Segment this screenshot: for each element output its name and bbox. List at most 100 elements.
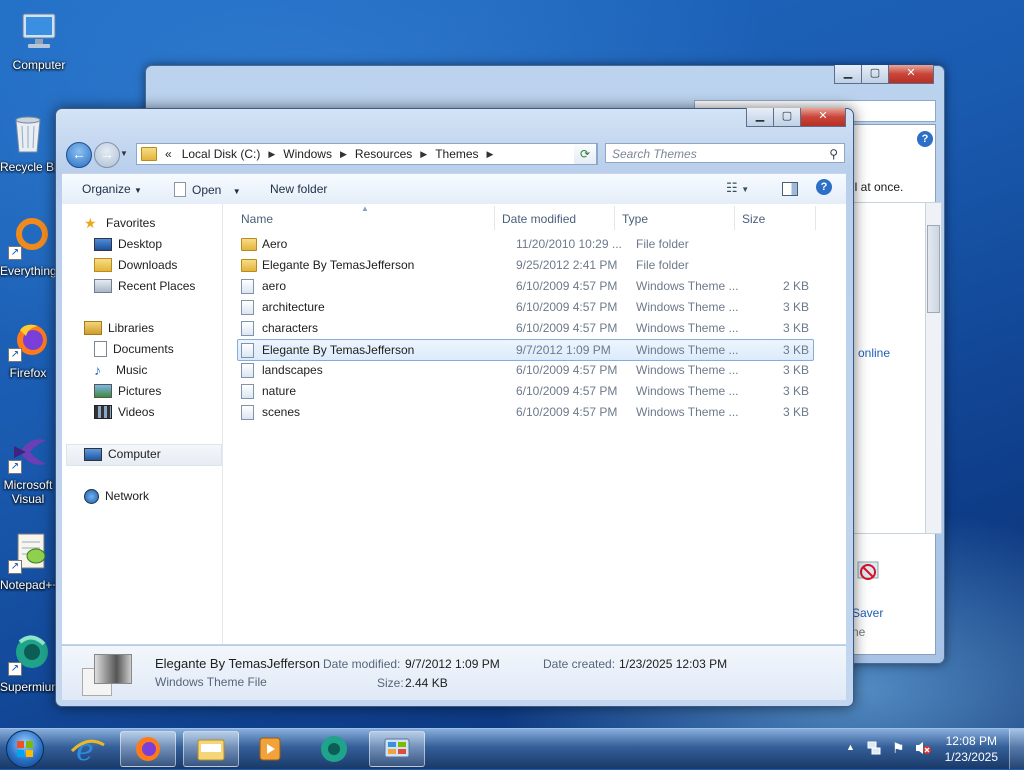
nav-computer[interactable]: Computer — [84, 445, 161, 463]
nav-documents[interactable]: Documents — [94, 340, 174, 358]
nav-desktop[interactable]: Desktop — [94, 235, 162, 253]
nav-pictures[interactable]: Pictures — [94, 382, 161, 400]
breadcrumb-windows[interactable]: Windows — [279, 147, 336, 161]
nav-favorites[interactable]: ★ Favorites — [84, 214, 155, 232]
nav-recent-places[interactable]: Recent Places — [94, 277, 195, 295]
preview-pane-icon[interactable] — [782, 182, 798, 196]
minimize-button[interactable]: ▁ — [834, 65, 862, 84]
maximize-button[interactable]: ▢ — [861, 65, 889, 84]
taskbar-firefox[interactable] — [120, 731, 176, 767]
column-header-name[interactable]: Name — [241, 212, 273, 226]
close-button[interactable]: ✕ — [888, 65, 934, 84]
change-view-icon[interactable]: ☷ ▼ — [726, 180, 749, 196]
help-icon[interactable]: ? — [917, 131, 933, 147]
search-icon[interactable]: ⚲ — [829, 144, 838, 164]
column-divider[interactable] — [734, 206, 735, 230]
show-hidden-icons-icon[interactable]: ▲ — [846, 742, 855, 752]
file-row-selected[interactable]: Elegante By TemasJefferson 9/7/2012 1:09 … — [237, 339, 814, 361]
column-header-date-modified[interactable]: Date modified — [502, 212, 576, 226]
open-button[interactable]: Open ▼ — [174, 182, 241, 197]
details-date-modified: 9/7/2012 1:09 PM — [405, 657, 500, 671]
file-size: 3 KB — [782, 384, 809, 398]
file-row[interactable]: characters 6/10/2009 4:57 PM Windows Theme… — [238, 318, 813, 338]
desktop-icon-recycle-bin[interactable]: Recycle Bin — [0, 112, 56, 174]
command-bar: Organize ▼ Open ▼ New folder ☷ ▼ ? — [62, 173, 846, 205]
help-icon[interactable]: ? — [816, 179, 832, 195]
breadcrumb-chevron-icon[interactable]: ▶ — [483, 149, 498, 160]
scrollbar[interactable] — [925, 202, 942, 534]
taskbar-windows-explorer[interactable] — [183, 731, 239, 767]
column-header-size[interactable]: Size — [742, 212, 765, 226]
network-tray-icon[interactable] — [867, 741, 881, 755]
file-row[interactable]: scenes 6/10/2009 4:57 PM Windows Theme ...… — [238, 402, 813, 422]
desktop-icon-everything[interactable]: ↗ Everything — [0, 216, 56, 278]
organize-button[interactable]: Organize ▼ — [82, 182, 142, 196]
forward-button[interactable]: → — [94, 142, 120, 168]
organize-label: Organize — [82, 182, 131, 196]
back-get-more-themes-link[interactable]: online — [858, 346, 890, 360]
breadcrumb-chevron-icon[interactable]: ▶ — [336, 149, 351, 160]
nav-downloads[interactable]: Downloads — [94, 256, 177, 274]
maximize-button[interactable]: ▢ — [773, 108, 801, 127]
minimize-button[interactable]: ▁ — [746, 108, 774, 127]
svg-text:e: e — [76, 733, 94, 767]
nav-label: Favorites — [106, 216, 156, 230]
file-row[interactable]: aero 6/10/2009 4:57 PM Windows Theme ... 2 … — [238, 276, 813, 296]
taskbar-media-player[interactable] — [242, 731, 298, 767]
file-row[interactable]: Elegante By TemasJefferson 9/25/2012 2:41… — [238, 255, 813, 275]
nav-videos[interactable]: Videos — [94, 403, 154, 421]
folder-icon — [197, 739, 225, 761]
file-type: Windows Theme ... — [636, 279, 739, 293]
notepad-plus-plus-icon: ↗ — [6, 530, 50, 574]
column-divider[interactable] — [614, 206, 615, 230]
taskbar-supermium[interactable] — [306, 731, 362, 767]
action-center-flag-icon[interactable]: ⚑ — [892, 740, 905, 757]
desktop-icon-computer[interactable]: Computer — [3, 10, 75, 72]
address-bar[interactable]: « Local Disk (C:) ▶ Windows ▶ Resources ▶ T… — [136, 143, 598, 165]
file-row[interactable]: Aero 11/20/2010 10:29 ... File folder — [238, 234, 813, 254]
show-desktop-button[interactable] — [1009, 729, 1024, 769]
explorer-window[interactable]: ▁ ▢ ✕ ← → ▼ « Local Disk (C:) ▶ Windows ▶ … — [55, 108, 854, 707]
recent-pages-dropdown[interactable]: ▼ — [120, 149, 128, 158]
column-divider[interactable] — [494, 206, 495, 230]
desktop-icon-supermium[interactable]: ↗ Supermium — [0, 632, 56, 694]
new-folder-button[interactable]: New folder — [270, 182, 327, 196]
breadcrumb-themes[interactable]: Themes — [431, 147, 482, 161]
details-date-modified-label: Date modified: — [323, 657, 401, 671]
file-name: aero — [262, 279, 287, 293]
back-button[interactable]: ← — [66, 142, 92, 168]
refresh-button[interactable]: ⟳ — [574, 143, 597, 165]
file-name: Elegante By TemasJefferson — [262, 343, 415, 357]
screen-saver-icon[interactable] — [856, 560, 880, 588]
breadcrumb-resources[interactable]: Resources — [351, 147, 416, 161]
chevron-down-icon[interactable]: ▼ — [233, 187, 241, 196]
desktop-icon-visual-studio[interactable]: ↗ Microsoft Visual Studio — [0, 430, 56, 506]
system-clock[interactable]: 12:08 PM 1/23/2025 — [945, 733, 998, 765]
screen-saver-label[interactable]: Saver — [852, 606, 883, 620]
address-overflow[interactable]: « — [163, 147, 178, 161]
nav-network[interactable]: Network — [84, 487, 149, 505]
column-header-type[interactable]: Type — [622, 212, 648, 226]
breadcrumb-chevron-icon[interactable]: ▶ — [264, 149, 279, 160]
desktop-icon-notepad-plus-plus[interactable]: ↗ Notepad++ — [0, 530, 56, 592]
taskbar-control-panel[interactable] — [369, 731, 425, 767]
start-button[interactable] — [6, 730, 44, 768]
nav-music[interactable]: ♪ Music — [94, 361, 147, 379]
breadcrumb-chevron-icon[interactable]: ▶ — [416, 149, 431, 160]
theme-file-icon — [241, 363, 254, 378]
column-divider[interactable] — [815, 206, 816, 230]
recent-places-icon — [94, 279, 112, 293]
breadcrumb-local-disk[interactable]: Local Disk (C:) — [178, 147, 265, 161]
file-row[interactable]: landscapes 6/10/2009 4:57 PM Windows Theme… — [238, 360, 813, 380]
close-button[interactable]: ✕ — [800, 108, 846, 127]
nav-libraries[interactable]: Libraries — [84, 319, 154, 337]
scroll-thumb[interactable] — [927, 225, 940, 313]
volume-muted-icon[interactable] — [914, 740, 932, 756]
desktop-icon-firefox[interactable]: ↗ Firefox — [0, 318, 56, 380]
file-row[interactable]: nature 6/10/2009 4:57 PM Windows Theme ...… — [238, 381, 813, 401]
taskbar-internet-explorer[interactable]: e — [60, 731, 116, 768]
supermium-icon — [321, 736, 347, 762]
file-row[interactable]: architecture 6/10/2009 4:57 PM Windows The… — [238, 297, 813, 317]
file-size: 3 KB — [782, 321, 809, 335]
search-input[interactable]: Search Themes ⚲ — [605, 143, 845, 163]
